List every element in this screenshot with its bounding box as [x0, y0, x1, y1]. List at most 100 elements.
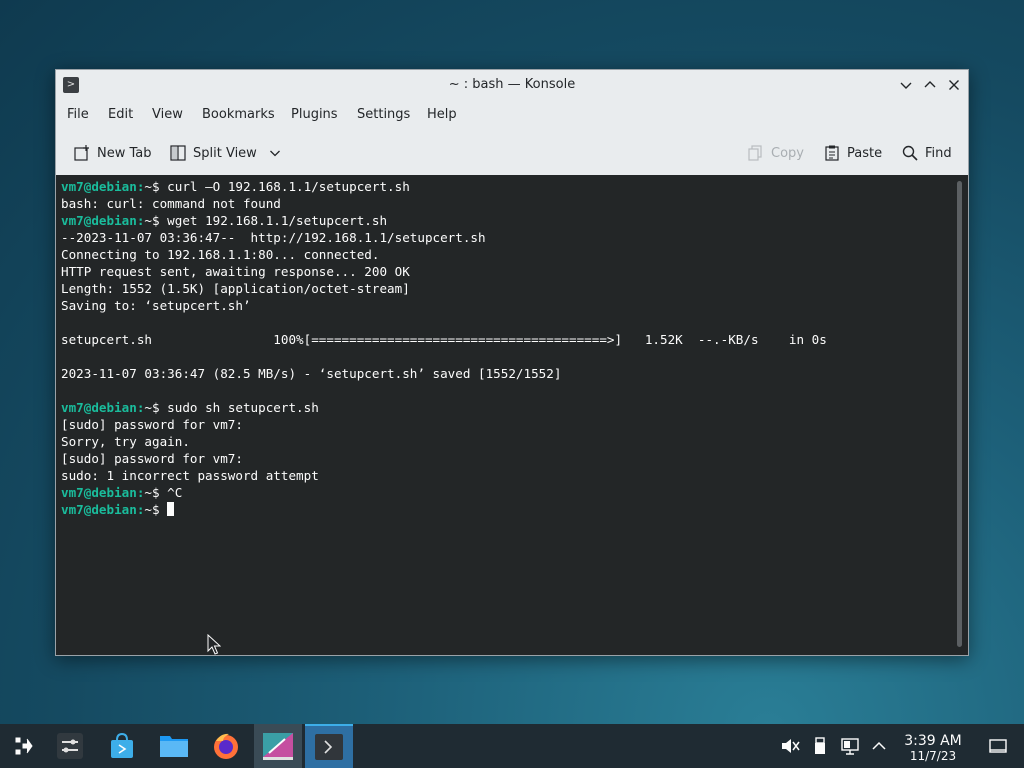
firefox-task[interactable] — [202, 724, 250, 768]
dolphin-file-manager-icon — [160, 736, 188, 757]
output-text: Length: 1552 (1.5K) [application/octet-s… — [61, 281, 410, 296]
shell-prompt: vm7@debian: — [61, 179, 145, 194]
output-text: sudo: 1 incorrect password attempt — [61, 468, 319, 483]
close-button[interactable] — [944, 75, 964, 95]
maximize-button[interactable] — [920, 75, 940, 95]
command-text: wget 192.168.1.1/setupcert.sh — [167, 213, 388, 228]
search-icon — [902, 145, 918, 161]
shell-prompt: vm7@debian: — [61, 400, 145, 415]
output-text: 2023-11-07 03:36:47 (82.5 MB/s) - ‘setup… — [61, 366, 562, 381]
output-text: [sudo] password for vm7: — [61, 451, 243, 466]
split-view-label: Split View — [193, 145, 257, 161]
paste-button[interactable]: Paste — [823, 144, 882, 162]
menu-settings[interactable]: Settings — [357, 107, 410, 122]
chevron-down-icon — [900, 82, 912, 89]
application-launcher-button[interactable] — [0, 724, 48, 768]
find-button[interactable]: Find — [901, 144, 952, 162]
new-tab-label: New Tab — [97, 145, 152, 161]
output-text: Connecting to 192.168.1.1:80... connecte… — [61, 247, 380, 262]
shell-prompt: vm7@debian: — [61, 485, 145, 500]
toolbar: New Tab Split View Copy Paste Find — [56, 134, 968, 174]
terminal-output-line: Connecting to 192.168.1.1:80... connecte… — [61, 246, 827, 263]
terminal-output-line: Saving to: ‘setupcert.sh’ — [61, 297, 827, 314]
discover-icon — [111, 732, 133, 758]
system-settings-icon — [57, 733, 83, 759]
menu-view[interactable]: View — [152, 107, 183, 122]
output-text: setupcert.sh 100%[======================… — [61, 332, 827, 347]
find-label: Find — [925, 145, 952, 161]
konsole-window: > ~ : bash — Konsole File Edit View Book… — [55, 69, 969, 656]
dolphin-task[interactable] — [150, 724, 198, 768]
terminal-scrollbar[interactable] — [957, 181, 962, 647]
paste-label: Paste — [847, 145, 883, 161]
shell-prompt: vm7@debian: — [61, 502, 145, 517]
output-text: HTTP request sent, awaiting response... … — [61, 264, 410, 279]
terminal-command-line: vm7@debian:~$ wget 192.168.1.1/setupcert… — [61, 212, 827, 229]
menu-bookmarks[interactable]: Bookmarks — [202, 107, 275, 122]
clock-date[interactable]: 11/7/23 — [900, 749, 966, 763]
minimize-button[interactable] — [896, 75, 916, 95]
konsole-task[interactable] — [305, 724, 353, 768]
network-icon[interactable] — [840, 736, 860, 756]
shell-prompt-tail: ~$ — [144, 485, 168, 500]
command-text: curl –O 192.168.1.1/setupcert.sh — [167, 179, 410, 194]
kate-task[interactable] — [254, 724, 302, 768]
system-settings-task[interactable] — [46, 724, 94, 768]
command-text: ^C — [167, 485, 183, 500]
output-text: Sorry, try again. — [61, 434, 190, 449]
output-text: bash: curl: command not found — [61, 196, 281, 211]
clock-time[interactable]: 3:39 AM — [900, 733, 966, 749]
terminal-output-line: [sudo] password for vm7: — [61, 416, 827, 433]
chevron-down-icon — [269, 150, 280, 157]
shell-prompt-tail: ~$ — [144, 213, 168, 228]
discover-task[interactable] — [98, 724, 146, 768]
kate-editor-icon — [263, 733, 293, 760]
terminal-output-line: Sorry, try again. — [61, 433, 827, 450]
terminal-output-line: setupcert.sh 100%[======================… — [61, 331, 827, 348]
menu-file[interactable]: File — [67, 107, 89, 122]
terminal-view[interactable]: vm7@debian:~$ curl –O 192.168.1.1/setupc… — [56, 175, 968, 655]
terminal-output-line: HTTP request sent, awaiting response... … — [61, 263, 827, 280]
menu-help[interactable]: Help — [427, 107, 457, 122]
removable-device-icon[interactable] — [810, 736, 830, 756]
split-view-icon — [170, 145, 186, 161]
output-text: Saving to: ‘setupcert.sh’ — [61, 298, 251, 313]
copy-icon — [748, 145, 762, 161]
firefox-icon — [214, 733, 238, 759]
volume-muted-icon[interactable] — [780, 736, 800, 756]
terminal-command-line: vm7@debian:~$ curl –O 192.168.1.1/setupc… — [61, 178, 827, 195]
shell-prompt-tail: ~$ — [144, 400, 168, 415]
terminal-output-line: [sudo] password for vm7: — [61, 450, 827, 467]
paste-icon — [825, 145, 839, 161]
menu-edit[interactable]: Edit — [108, 107, 133, 122]
terminal-command-line: vm7@debian:~$ ^C — [61, 484, 827, 501]
window-title: ~ : bash — Konsole — [448, 77, 576, 92]
mouse-pointer-icon — [207, 634, 221, 655]
output-text: --2023-11-07 03:36:47-- http://192.168.1… — [61, 230, 486, 245]
terminal-command-line: vm7@debian:~$ — [61, 501, 827, 518]
taskbar — [0, 724, 1024, 768]
new-tab-button[interactable]: New Tab — [73, 144, 152, 162]
command-text: sudo sh setupcert.sh — [167, 400, 319, 415]
output-text: [sudo] password for vm7: — [61, 417, 243, 432]
new-tab-icon — [74, 145, 89, 161]
split-view-button[interactable]: Split View — [169, 144, 281, 162]
konsole-icon — [315, 734, 343, 760]
terminal-output-line: --2023-11-07 03:36:47-- http://192.168.1… — [61, 229, 827, 246]
chevron-up-icon — [924, 81, 936, 88]
copy-button[interactable]: Copy — [747, 144, 804, 162]
terminal-output-line: Length: 1552 (1.5K) [application/octet-s… — [61, 280, 827, 297]
show-desktop-icon[interactable] — [988, 736, 1008, 756]
title-bar[interactable]: > ~ : bash — Konsole — [56, 70, 968, 100]
terminal-output-line: 2023-11-07 03:36:47 (82.5 MB/s) - ‘setup… — [61, 365, 827, 382]
terminal-output-line: sudo: 1 incorrect password attempt — [61, 467, 827, 484]
show-hidden-icon[interactable] — [869, 736, 889, 756]
terminal-output-line: bash: curl: command not found — [61, 195, 827, 212]
terminal-output: vm7@debian:~$ curl –O 192.168.1.1/setupc… — [61, 178, 827, 518]
menu-plugins[interactable]: Plugins — [291, 107, 338, 122]
menu-bar: File Edit View Bookmarks Plugins Setting… — [56, 100, 968, 130]
shell-prompt-tail: ~$ — [144, 179, 168, 194]
